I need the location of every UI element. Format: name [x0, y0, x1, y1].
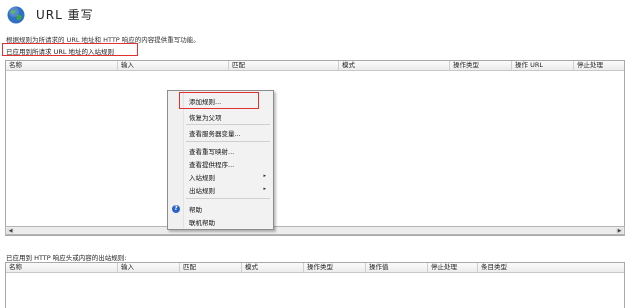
- horizontal-scrollbar[interactable]: ◀ ▶: [5, 226, 625, 235]
- column-header-name[interactable]: 名称: [6, 263, 118, 272]
- menu-item-view-server-variables[interactable]: 查看服务器变量...: [189, 128, 241, 138]
- column-header-pattern[interactable]: 模式: [339, 61, 450, 70]
- column-header-action-type[interactable]: 操作类型: [304, 263, 366, 272]
- outbound-rules-table[interactable]: 名称 输入 匹配 模式 操作类型 操作值 停止处理 条目类型: [5, 262, 625, 308]
- column-header-action-type[interactable]: 操作类型: [450, 61, 512, 70]
- column-header-input[interactable]: 输入: [118, 263, 180, 272]
- inbound-label-highlight: [2, 43, 138, 56]
- submenu-arrow-icon: ▸: [263, 186, 266, 192]
- column-header-stop-processing[interactable]: 停止处理: [574, 61, 624, 70]
- menu-item-online-help[interactable]: 联机帮助: [189, 217, 215, 227]
- menu-item-help[interactable]: 帮助: [189, 204, 202, 214]
- menu-separator: [186, 198, 270, 199]
- outbound-rules-label: 已应用到 HTTP 响应头或内容的出站规则:: [6, 254, 127, 262]
- menu-item-inbound-rules[interactable]: 入站规则: [189, 172, 215, 182]
- column-header-input[interactable]: 输入: [118, 61, 229, 70]
- menu-item-view-providers[interactable]: 查看提供程序...: [189, 159, 234, 169]
- column-header-pattern[interactable]: 模式: [242, 263, 304, 272]
- menu-item-restore-parent[interactable]: 恢复为父项: [189, 112, 222, 122]
- add-rule-highlight: [179, 92, 259, 109]
- column-header-match[interactable]: 匹配: [180, 263, 242, 272]
- menu-separator: [186, 124, 270, 125]
- help-icon: ?: [172, 205, 180, 213]
- context-menu: 添加规则... 恢复为父项 查看服务器变量... 查看重写映射... 查看提供程…: [167, 90, 274, 230]
- globe-icon: [7, 6, 25, 24]
- menu-item-view-rewrite-maps[interactable]: 查看重写映射...: [189, 146, 234, 156]
- outbound-table-header: 名称 输入 匹配 模式 操作类型 操作值 停止处理 条目类型: [6, 263, 624, 273]
- menu-item-outbound-rules[interactable]: 出站规则: [189, 185, 215, 195]
- column-header-stop-processing[interactable]: 停止处理: [428, 263, 478, 272]
- column-header-name[interactable]: 名称: [6, 61, 118, 70]
- menu-separator: [186, 141, 270, 142]
- page-title: URL 重写: [36, 8, 94, 22]
- inbound-table-header: 名称 输入 匹配 模式 操作类型 操作 URL 停止处理: [6, 61, 624, 71]
- inbound-rules-table[interactable]: 名称 输入 匹配 模式 操作类型 操作 URL 停止处理: [5, 60, 625, 236]
- scroll-right-icon[interactable]: ▶: [616, 228, 623, 234]
- column-header-action-value[interactable]: 操作值: [366, 263, 428, 272]
- column-header-entry-type[interactable]: 条目类型: [478, 263, 624, 272]
- column-header-match[interactable]: 匹配: [229, 61, 339, 70]
- submenu-arrow-icon: ▸: [263, 173, 266, 179]
- column-header-action-url[interactable]: 操作 URL: [512, 61, 574, 70]
- scroll-left-icon[interactable]: ◀: [7, 228, 14, 234]
